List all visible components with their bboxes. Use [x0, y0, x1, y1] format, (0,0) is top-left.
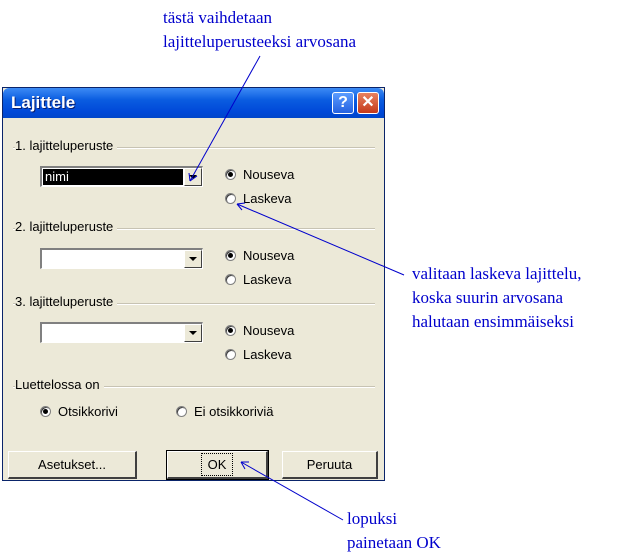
annotation-top: tästä vaihdetaan lajitteluperusteeksi ar… [163, 6, 356, 54]
sort3-value [43, 325, 183, 341]
radio-unselected-icon [225, 348, 236, 360]
annotation-bottom-line2: painetaan OK [347, 533, 441, 552]
radio-unselected-icon [176, 405, 187, 417]
help-icon: ? [338, 94, 348, 111]
help-button[interactable]: ? [332, 92, 354, 114]
radio-selected-icon [225, 168, 236, 180]
sort3-ascending-label: Nouseva [243, 322, 295, 338]
sort1-combo[interactable]: nimi [40, 166, 203, 187]
cancel-button-label: Peruuta [306, 457, 353, 472]
chevron-down-icon[interactable] [184, 324, 202, 342]
radio-selected-icon [225, 324, 236, 336]
sort3-combo[interactable] [40, 322, 203, 343]
sort3-descending-label: Laskeva [243, 346, 292, 362]
cancel-button[interactable]: Peruuta [282, 451, 378, 479]
sort1-label: 1. lajitteluperuste [15, 138, 118, 153]
sort1-ascending-label: Nouseva [243, 166, 295, 182]
annotation-top-line2: lajitteluperusteeksi arvosana [163, 32, 357, 51]
chevron-down-icon[interactable] [184, 250, 202, 268]
annotation-bottom-line1: lopuksi [347, 509, 398, 528]
chevron-down-icon[interactable] [184, 168, 202, 186]
sort2-descending-radio[interactable]: Laskeva [225, 270, 291, 288]
radio-unselected-icon [225, 192, 236, 204]
sort-dialog: Lajittele ? ✕ 1. lajitteluperuste nimi N… [2, 87, 385, 481]
dialog-title: Lajittele [11, 93, 76, 112]
options-button[interactable]: Asetukset... [8, 451, 137, 479]
sort3-ascending-radio[interactable]: Nouseva [225, 321, 294, 339]
radio-unselected-icon [225, 273, 236, 285]
annotation-top-line1: tästä vaihdetaan [163, 8, 273, 27]
with-header-radio[interactable]: Otsikkorivi [40, 402, 118, 420]
sort3-descending-radio[interactable]: Laskeva [225, 345, 291, 363]
sort1-value: nimi [43, 169, 183, 185]
sort1-descending-label: Laskeva [243, 190, 292, 206]
options-button-label: Asetukset... [38, 457, 106, 472]
annotation-bottom: lopuksi painetaan OK [347, 507, 441, 555]
radio-selected-icon [225, 249, 236, 261]
sort2-ascending-label: Nouseva [243, 247, 295, 263]
sort1-descending-radio[interactable]: Laskeva [225, 189, 291, 207]
no-header-label: Ei otsikkoriviä [194, 403, 274, 419]
close-icon: ✕ [361, 94, 375, 111]
radio-selected-icon [40, 405, 51, 417]
sort2-combo[interactable] [40, 248, 203, 269]
header-group-label: Luettelossa on [15, 377, 104, 392]
sort2-label: 2. lajitteluperuste [15, 219, 118, 234]
sort3-label: 3. lajitteluperuste [15, 294, 118, 309]
sort2-descending-label: Laskeva [243, 271, 292, 287]
ok-button[interactable]: OK [166, 450, 269, 480]
no-header-radio[interactable]: Ei otsikkoriviä [176, 402, 273, 420]
close-button[interactable]: ✕ [357, 92, 379, 114]
sort2-ascending-radio[interactable]: Nouseva [225, 246, 294, 264]
ok-button-label: OK [200, 453, 234, 476]
annotation-right-line2: koska suurin arvosana [412, 288, 564, 307]
sort1-ascending-radio[interactable]: Nouseva [225, 165, 294, 183]
annotation-right-line1: valitaan laskeva lajittelu, [412, 264, 582, 283]
sort2-value [43, 251, 183, 267]
annotation-right-line3: halutaan ensimmäiseksi [412, 312, 574, 331]
with-header-label: Otsikkorivi [58, 403, 118, 419]
title-bar[interactable]: Lajittele ? ✕ [3, 88, 384, 118]
annotation-right: valitaan laskeva lajittelu, koska suurin… [412, 262, 581, 334]
